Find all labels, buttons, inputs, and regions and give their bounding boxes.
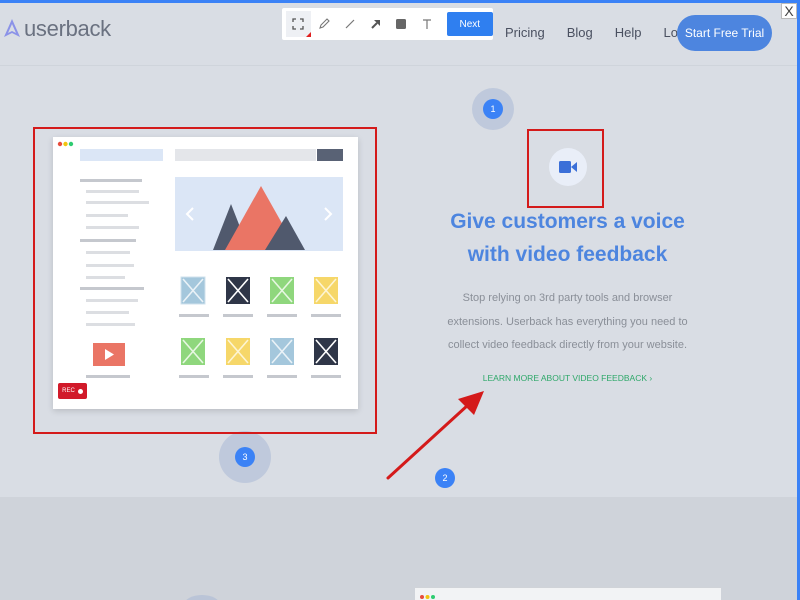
- nav-blog[interactable]: Blog: [567, 25, 593, 40]
- capture-frame-top: [0, 0, 800, 3]
- desc-line-3: collect video feedback directly from you…: [447, 339, 688, 351]
- window-dots-icon: [420, 595, 435, 599]
- text-icon: [423, 19, 432, 29]
- section-headline: Give customers a voice with video feedba…: [430, 205, 705, 271]
- partial-marker-halo: [184, 595, 220, 600]
- annotation-rectangle-video-icon[interactable]: [527, 129, 604, 208]
- logo[interactable]: userback: [3, 16, 111, 42]
- annotation-arrow[interactable]: [380, 385, 490, 485]
- headline-line-1: Give customers a voice: [450, 210, 685, 233]
- lower-section: [0, 497, 800, 600]
- userback-logo-icon: [4, 19, 20, 37]
- learn-more-link[interactable]: LEARN MORE ABOUT VIDEO FEEDBACK ›: [470, 373, 665, 383]
- pen-tool[interactable]: [312, 11, 337, 37]
- line-tool[interactable]: [338, 11, 363, 37]
- pen-icon: [319, 18, 330, 29]
- arrow-tool[interactable]: [363, 11, 388, 37]
- start-free-trial-button[interactable]: Start Free Trial: [677, 15, 772, 51]
- rectangle-tool[interactable]: [389, 11, 414, 37]
- annotation-marker-3[interactable]: 3: [219, 431, 271, 483]
- line-icon: [345, 19, 355, 29]
- desc-line-2: extensions. Userback has everything you …: [447, 315, 688, 328]
- select-area-tool[interactable]: [286, 11, 311, 37]
- active-indicator: [305, 32, 311, 37]
- rectangle-icon: [396, 19, 407, 29]
- section-description: Stop relying on 3rd party tools and brow…: [430, 287, 705, 358]
- desc-line-1: Stop relying on 3rd party tools and brow…: [462, 292, 673, 304]
- arrow-icon: [370, 20, 380, 29]
- annotation-toolbar: Next: [281, 7, 494, 41]
- marker-number: 3: [235, 447, 255, 467]
- headline-line-2: with video feedback: [467, 243, 668, 266]
- nav-help[interactable]: Help: [615, 25, 642, 40]
- peek-mock-window: [415, 587, 721, 600]
- select-area-icon: [292, 18, 305, 30]
- annotation-marker-1[interactable]: 1: [472, 88, 514, 130]
- next-button[interactable]: Next: [446, 12, 494, 36]
- close-button[interactable]: X: [781, 3, 797, 19]
- logo-text: userback: [24, 16, 111, 41]
- text-tool[interactable]: [415, 11, 440, 37]
- nav-pricing[interactable]: Pricing: [505, 25, 545, 40]
- annotation-rectangle-illustration[interactable]: [33, 127, 377, 434]
- marker-number: 1: [483, 99, 503, 119]
